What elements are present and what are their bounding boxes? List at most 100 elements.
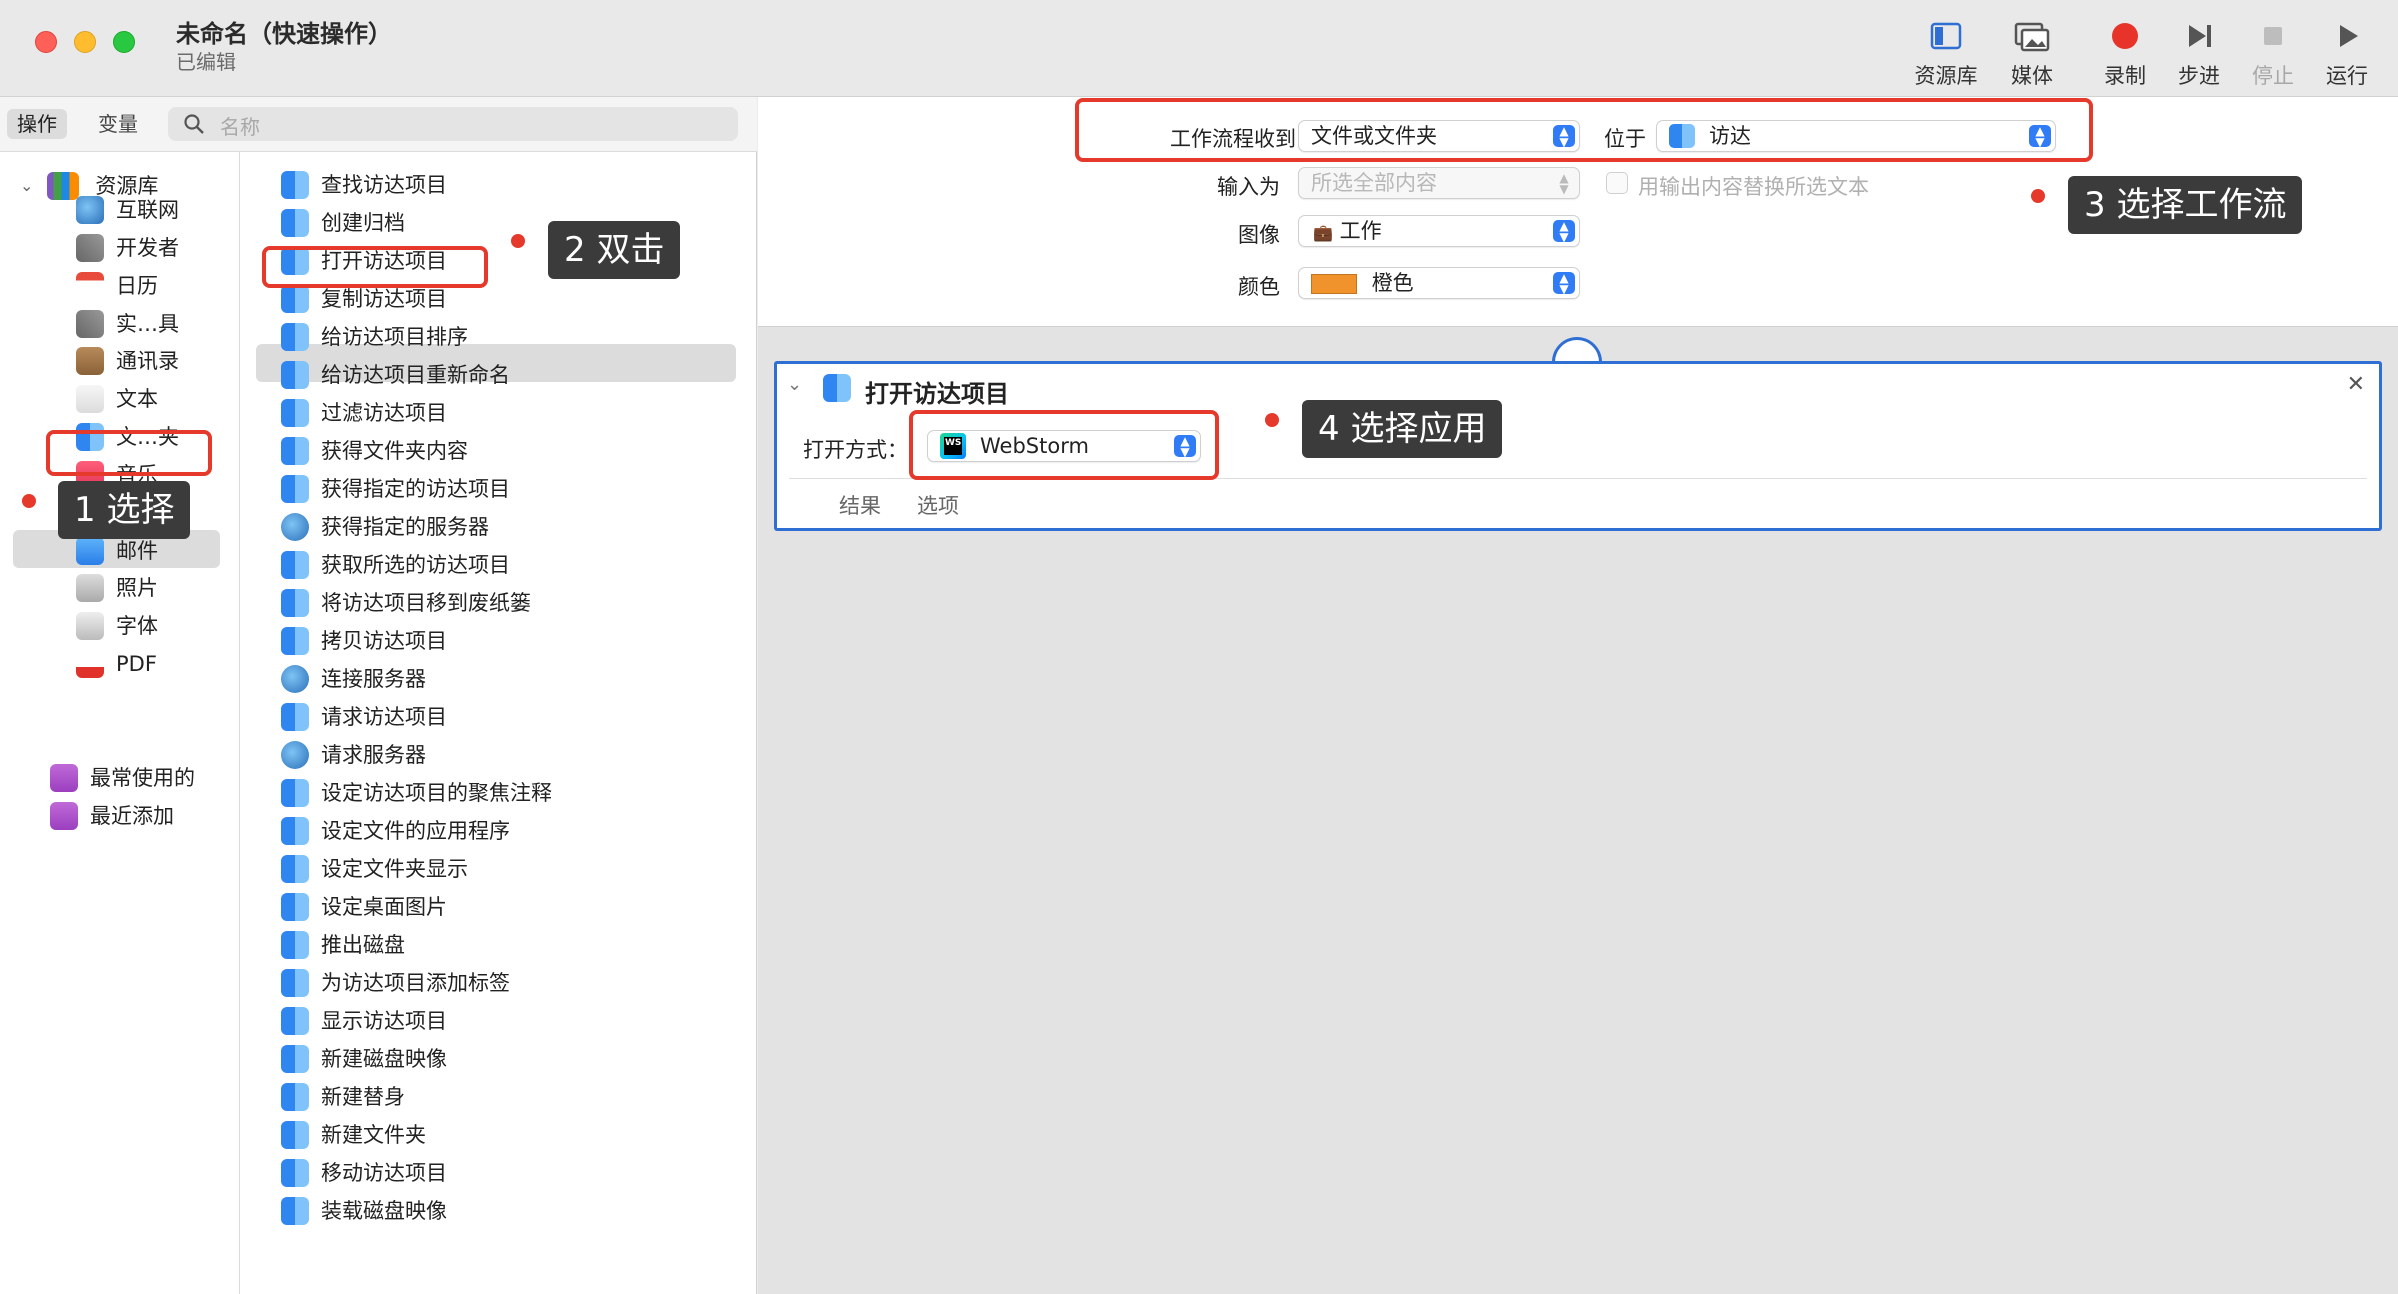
input-popup[interactable]: 所选全部内容 ▲ ▼ [1298, 167, 1580, 199]
action-item-label: 获得指定的服务器 [321, 515, 489, 539]
annotation-dot-1 [22, 494, 36, 508]
image-popup[interactable]: 💼 工作 ▲ ▼ [1298, 215, 1580, 247]
network-globe-icon [281, 665, 309, 693]
replace-output-label: 用输出内容替换所选文本 [1638, 175, 1869, 199]
category-item[interactable]: PDF [76, 646, 157, 680]
category-item-label: 互联网 [116, 198, 179, 222]
collapse-chevron-icon: ⌄ [787, 374, 803, 395]
smart-group-item[interactable]: 最常使用的 [50, 760, 195, 794]
annotation-highlight-workflow [1075, 98, 2093, 162]
action-item-label: 复制访达项目 [321, 287, 447, 311]
action-item[interactable]: 移动访达项目 [281, 1155, 447, 1189]
annotation-dot-4 [1265, 413, 1279, 427]
category-item-label: 文本 [116, 387, 158, 411]
finder-icon [281, 703, 309, 731]
category-item[interactable]: 实…具 [76, 306, 179, 340]
input-value: 所选全部内容 [1311, 171, 1437, 195]
annotation-highlight-action [262, 246, 488, 288]
briefcase-icon: 💼 [1313, 223, 1333, 242]
category-item-label: 日历 [116, 274, 158, 298]
action-item[interactable]: 新建文件夹 [281, 1117, 426, 1151]
action-item-label: 显示访达项目 [321, 1009, 447, 1033]
smart-group-item[interactable]: 最近添加 [50, 798, 174, 832]
options-tab[interactable]: 选项 [917, 490, 959, 520]
annotation-callout-3: 3 选择工作流 [2068, 176, 2303, 234]
action-item[interactable]: 设定桌面图片 [281, 889, 447, 923]
media-toolbar-button[interactable]: 媒体 [1987, 12, 2077, 92]
search-icon [184, 114, 204, 134]
color-popup[interactable]: 橙色 ▲ ▼ [1298, 267, 1580, 299]
action-item[interactable]: 获得文件夹内容 [281, 433, 468, 467]
category-item-label: 字体 [116, 614, 158, 638]
finder-icon [281, 1045, 309, 1073]
category-item[interactable]: 文本 [76, 381, 158, 415]
action-item[interactable]: 装载磁盘映像 [281, 1193, 447, 1227]
action-list: 查找访达项目 创建归档 打开访达项目 复制访达项目 给访达项目排序 给访达项目重新命名 过滤… [241, 152, 757, 1294]
actions-tab[interactable]: 操作 [7, 109, 67, 139]
action-item[interactable]: 查找访达项目 [281, 167, 447, 201]
action-item[interactable]: 新建磁盘映像 [281, 1041, 447, 1075]
category-item[interactable]: 日历 [76, 268, 158, 302]
media-toolbar-label: 媒体 [2011, 64, 2053, 88]
action-item[interactable]: 获得指定的服务器 [281, 509, 489, 543]
action-item[interactable]: 连接服务器 [281, 661, 426, 695]
action-item[interactable]: 创建归档 [281, 205, 405, 239]
text-edit-icon [76, 385, 104, 413]
category-item[interactable]: 通讯录 [76, 343, 179, 377]
action-item-label: 为访达项目添加标签 [321, 971, 510, 995]
close-window-button[interactable] [35, 31, 57, 53]
action-item-label: 移动访达项目 [321, 1161, 447, 1185]
action-item[interactable]: 推出磁盘 [281, 927, 405, 961]
zoom-window-button[interactable] [113, 31, 135, 53]
remove-action-icon[interactable]: ✕ [2347, 372, 2365, 397]
action-item[interactable]: 为访达项目添加标签 [281, 965, 510, 999]
title-bar: 未命名（快速操作） 已编辑 资源库 媒体 录制 步进 停止 运行 [0, 0, 2398, 97]
category-item[interactable]: 照片 [76, 570, 158, 604]
action-item-label: 将访达项目移到废纸篓 [321, 591, 531, 615]
action-item[interactable]: 拷贝访达项目 [281, 623, 447, 657]
finder-icon [281, 779, 309, 807]
internet-globe-icon [76, 196, 104, 224]
popup-stepper-icon: ▲ ▼ [1559, 171, 1569, 196]
action-item[interactable]: 获得指定的访达项目 [281, 471, 510, 505]
action-item[interactable]: 请求服务器 [281, 737, 426, 771]
action-item-label: 创建归档 [321, 211, 405, 235]
library-toolbar-label: 资源库 [1914, 64, 1978, 88]
library-tabs: 操作 变量 名称 [0, 97, 757, 152]
action-item-label: 设定访达项目的聚焦注释 [321, 781, 552, 805]
action-item-label: 请求访达项目 [321, 705, 447, 729]
action-item[interactable]: 设定文件的应用程序 [281, 813, 510, 847]
search-input[interactable]: 名称 [168, 107, 738, 141]
category-item[interactable]: 互联网 [76, 192, 179, 226]
category-list: ⌄ 资源库 互联网开发者日历实…具通讯录文本文…夹音乐影片邮件照片字体PDF 最… [0, 152, 240, 1294]
search-placeholder: 名称 [220, 115, 260, 139]
mail-icon [76, 537, 104, 565]
action-item[interactable]: 设定访达项目的聚焦注释 [281, 775, 552, 809]
minimize-window-button[interactable] [74, 31, 96, 53]
library-toolbar-button[interactable]: 资源库 [1901, 12, 1991, 92]
action-item[interactable]: 过滤访达项目 [281, 395, 447, 429]
action-item[interactable]: 新建替身 [281, 1079, 405, 1113]
action-item[interactable]: 设定文件夹显示 [281, 851, 468, 885]
category-item[interactable]: 字体 [76, 608, 158, 642]
action-item[interactable]: 显示访达项目 [281, 1003, 447, 1037]
record-icon [2112, 23, 2138, 49]
action-item[interactable]: 给访达项目排序 [281, 319, 468, 353]
action-item[interactable]: 请求访达项目 [281, 699, 447, 733]
action-item-label: 装载磁盘映像 [321, 1199, 447, 1223]
annotation-dot-3 [2031, 189, 2045, 203]
action-item-label: 设定文件的应用程序 [321, 819, 510, 843]
replace-output-checkbox[interactable] [1606, 172, 1628, 194]
action-item[interactable]: 给访达项目重新命名 [281, 357, 510, 391]
action-item-label: 获取所选的访达项目 [321, 553, 510, 577]
action-item[interactable]: 将访达项目移到废纸篓 [281, 585, 531, 619]
results-tab[interactable]: 结果 [839, 490, 881, 520]
category-item[interactable]: 开发者 [76, 230, 179, 264]
variables-tab[interactable]: 变量 [88, 109, 148, 139]
action-item[interactable]: 获取所选的访达项目 [281, 547, 510, 581]
annotation-highlight-category [46, 430, 212, 476]
finder-icon [281, 931, 309, 959]
action-item-label: 请求服务器 [321, 743, 426, 767]
utilities-icon [76, 310, 104, 338]
run-toolbar-button[interactable]: 运行 [2302, 12, 2392, 92]
